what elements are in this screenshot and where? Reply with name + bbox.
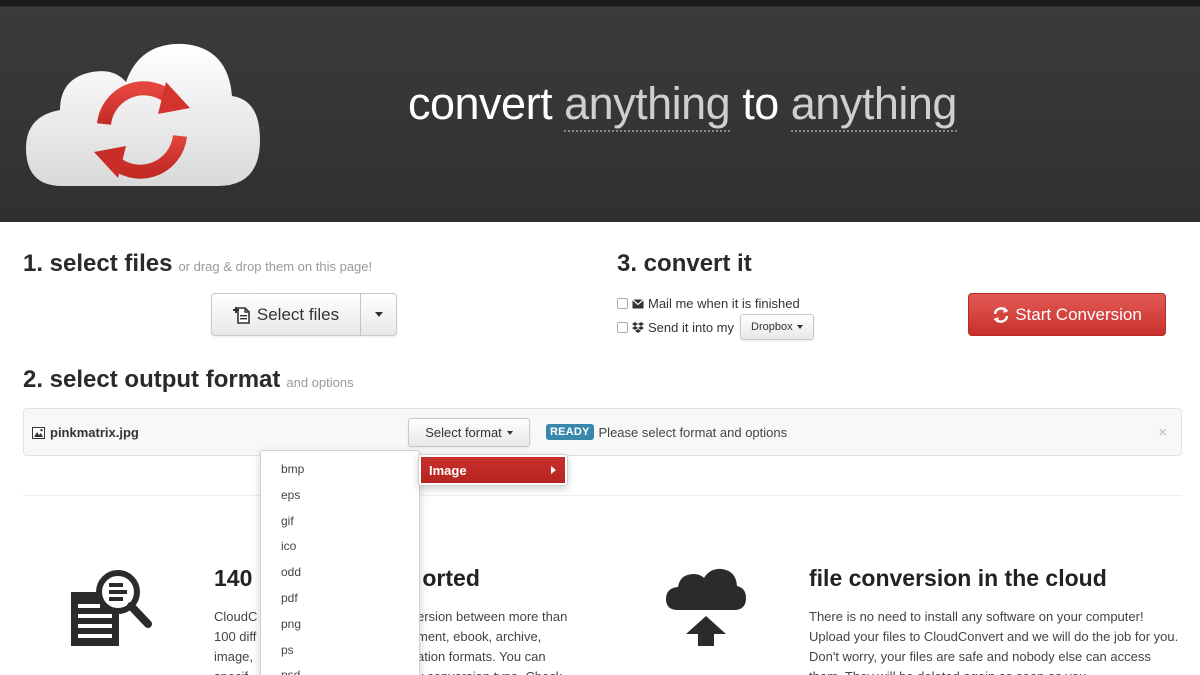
cloud-convert-logo[interactable] — [22, 38, 264, 190]
caret-down-icon — [796, 325, 803, 329]
dropbox-select-button[interactable]: Dropbox — [740, 314, 814, 340]
start-conversion-label: Start Conversion — [1015, 304, 1142, 324]
formats-line-2b: ment, ebook, archive, — [417, 629, 542, 644]
image-file-icon — [32, 426, 45, 439]
start-conversion-button[interactable]: Start Conversion — [968, 293, 1166, 336]
status-text: Please select format and options — [598, 424, 788, 440]
select-files-label: Select files — [256, 304, 340, 324]
step3-title: 3. convert it — [617, 250, 752, 278]
tagline-part-1: convert — [408, 78, 565, 129]
cloud-description: There is no need to install any software… — [809, 609, 1179, 675]
step3-title-text: 3. convert it — [617, 250, 752, 277]
tagline-highlight-1: anything — [564, 78, 731, 132]
mail-label: Mail me when it is finished — [648, 296, 800, 311]
dropbox-checkbox[interactable] — [617, 321, 628, 333]
formats-line-3b: ation formats. You can — [417, 649, 546, 664]
mail-option: Mail me when it is finished — [617, 296, 800, 311]
caret-down-icon — [374, 312, 383, 317]
chevron-right-icon — [551, 466, 556, 474]
format-option-eps[interactable]: eps — [261, 483, 419, 509]
format-option-ps[interactable]: ps — [261, 638, 419, 664]
formats-title-tail: orted — [422, 565, 480, 591]
step2-title-text: 2. select output format — [23, 366, 281, 393]
tagline-highlight-2: anything — [790, 78, 957, 132]
document-search-icon — [71, 570, 152, 646]
format-option-pdf[interactable]: pdf — [261, 586, 419, 612]
dropbox-select-label: Dropbox — [751, 321, 793, 333]
file-name: pinkmatrix.jpg — [32, 425, 139, 440]
format-option-png[interactable]: png — [261, 612, 419, 638]
step2-title: 2. select output format and options — [23, 366, 354, 394]
select-format-label: Select format — [425, 425, 502, 440]
add-file-icon — [232, 306, 250, 324]
section-divider — [23, 495, 1182, 496]
refresh-icon — [993, 306, 1009, 323]
tagline: convert anything to anything — [408, 78, 957, 132]
select-format-button[interactable]: Select format — [408, 418, 530, 447]
format-option-gif[interactable]: gif — [261, 509, 419, 535]
step1-title: 1. select files or drag & drop them on th… — [23, 250, 372, 278]
file-status: READY Please select format and options — [546, 424, 787, 440]
tagline-part-2: to — [730, 78, 791, 129]
format-option-ico[interactable]: ico — [261, 534, 419, 560]
category-image[interactable]: Image — [421, 457, 565, 483]
select-files-dropdown-toggle[interactable] — [361, 293, 397, 336]
format-option-psd[interactable]: psd — [261, 663, 419, 675]
category-image-label: Image — [429, 462, 467, 478]
site-header: convert anything to anything — [0, 0, 1200, 222]
dropbox-option: Send it into my Dropbox — [617, 314, 814, 340]
format-option-bmp[interactable]: bmp — [261, 457, 419, 483]
dropbox-icon — [632, 321, 644, 333]
step1-title-text: 1. select files — [23, 250, 173, 277]
cloud-title: file conversion in the cloud — [809, 565, 1107, 591]
format-menu: bmp eps gif ico odd pdf png ps psd — [260, 450, 420, 675]
file-name-text: pinkmatrix.jpg — [50, 425, 139, 440]
envelope-icon — [632, 298, 644, 308]
send-label: Send it into my — [648, 319, 734, 335]
mail-checkbox[interactable] — [617, 298, 628, 309]
formats-title-text: 140 — [214, 565, 253, 591]
format-option-odd[interactable]: odd — [261, 560, 419, 586]
step1-hint: or drag & drop them on this page! — [178, 259, 373, 274]
caret-down-icon — [506, 430, 513, 435]
formats-line-4b: y conversion type. Check — [417, 667, 562, 675]
select-files-button[interactable]: Select files — [211, 293, 361, 336]
status-badge: READY — [546, 424, 594, 440]
step2-hint: and options — [286, 375, 354, 390]
select-files-group: Select files — [211, 293, 397, 336]
formats-line-1b: ersion between more than — [417, 609, 568, 624]
remove-file-icon[interactable]: × — [1158, 424, 1167, 441]
file-row: pinkmatrix.jpg Select format READY Pleas… — [23, 408, 1182, 456]
cloud-upload-icon — [666, 568, 746, 646]
format-category-menu: Image — [418, 454, 568, 486]
